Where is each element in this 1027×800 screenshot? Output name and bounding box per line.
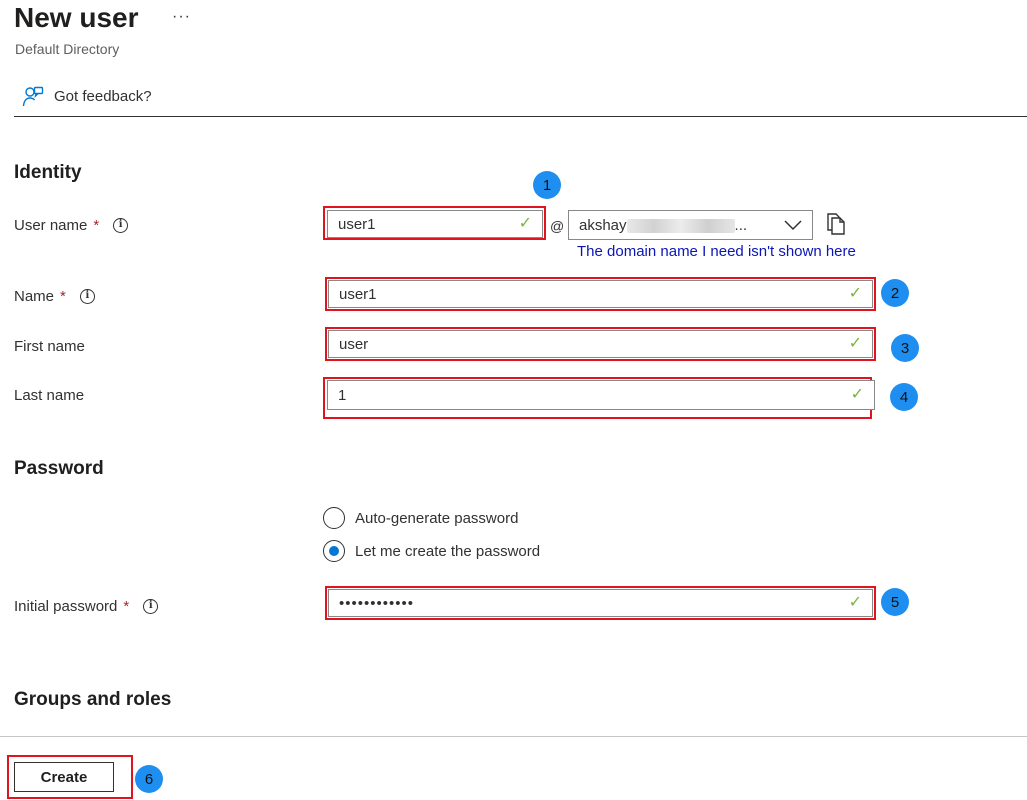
domain-select[interactable]: akshay... <box>568 210 813 240</box>
first-name-label: First name <box>14 334 85 358</box>
page-subtitle: Default Directory <box>15 41 120 57</box>
valid-check-icon: ✓ <box>850 386 864 403</box>
radio-button[interactable] <box>323 507 345 529</box>
page-title: New user <box>14 2 139 33</box>
first-name-value: user <box>339 335 369 353</box>
domain-value-text: akshay <box>579 216 627 234</box>
domain-not-shown-link[interactable]: The domain name I need isn't shown here <box>577 243 856 260</box>
initial-password-label-text: Initial password <box>14 597 118 615</box>
valid-check-icon: ✓ <box>518 215 532 232</box>
name-label-text: Name <box>14 287 55 305</box>
radio-create-password[interactable]: Let me create the password <box>323 540 540 562</box>
header-divider <box>14 116 1027 117</box>
copy-icon[interactable] <box>826 212 846 236</box>
name-label: Name * i <box>14 284 95 308</box>
valid-check-icon: ✓ <box>848 594 862 611</box>
first-name-label-text: First name <box>14 337 85 355</box>
domain-value: akshay... <box>579 217 784 234</box>
domain-value-ellipsis: ... <box>734 216 748 234</box>
at-sign: @ <box>550 218 565 234</box>
last-name-input[interactable]: 1 ✓ <box>327 380 875 410</box>
required-mark: * <box>93 216 100 234</box>
radio-label: Auto-generate password <box>355 509 519 527</box>
step-badge-5: 5 <box>881 588 909 616</box>
identity-section-title: Identity <box>14 162 82 183</box>
feedback-person-icon <box>22 86 44 107</box>
info-icon[interactable]: i <box>143 598 159 614</box>
radio-label: Let me create the password <box>355 542 541 560</box>
info-icon[interactable]: i <box>113 217 129 233</box>
required-mark: * <box>60 287 66 305</box>
feedback-label: Got feedback? <box>54 87 152 105</box>
last-name-value: 1 <box>338 386 347 404</box>
info-icon[interactable]: i <box>79 288 95 304</box>
step-badge-6: 6 <box>135 765 163 793</box>
initial-password-input[interactable]: •••••••••••• ✓ <box>328 589 873 617</box>
password-value: •••••••••••• <box>339 594 415 612</box>
redacted-domain <box>626 218 735 233</box>
step-badge-1: 1 <box>533 171 561 199</box>
chevron-down-icon <box>784 220 802 231</box>
create-button[interactable]: Create <box>14 762 114 792</box>
last-name-label: Last name <box>14 383 84 407</box>
username-input[interactable]: user1 ✓ <box>327 210 543 238</box>
name-value: user1 <box>339 285 377 303</box>
step-badge-2: 2 <box>881 279 909 307</box>
valid-check-icon: ✓ <box>848 285 862 302</box>
valid-check-icon: ✓ <box>848 335 862 352</box>
feedback-button[interactable]: Got feedback? <box>22 84 152 108</box>
initial-password-label: Initial password * i <box>14 594 159 618</box>
name-input[interactable]: user1 ✓ <box>328 280 873 308</box>
last-name-label-text: Last name <box>14 386 85 404</box>
password-section-title: Password <box>14 458 104 479</box>
more-options-button[interactable]: ··· <box>172 8 191 26</box>
required-mark: * <box>123 597 130 615</box>
step-badge-3: 3 <box>891 334 919 362</box>
groups-section-title: Groups and roles <box>14 689 172 710</box>
first-name-input[interactable]: user ✓ <box>328 330 873 358</box>
username-value: user1 <box>338 215 376 233</box>
username-label-text: User name <box>14 216 88 234</box>
radio-button-selected[interactable] <box>323 540 345 562</box>
radio-auto-generate[interactable]: Auto-generate password <box>323 507 518 529</box>
footer-divider <box>0 736 1027 737</box>
username-label: User name * i <box>14 213 129 237</box>
step-badge-4: 4 <box>890 383 918 411</box>
